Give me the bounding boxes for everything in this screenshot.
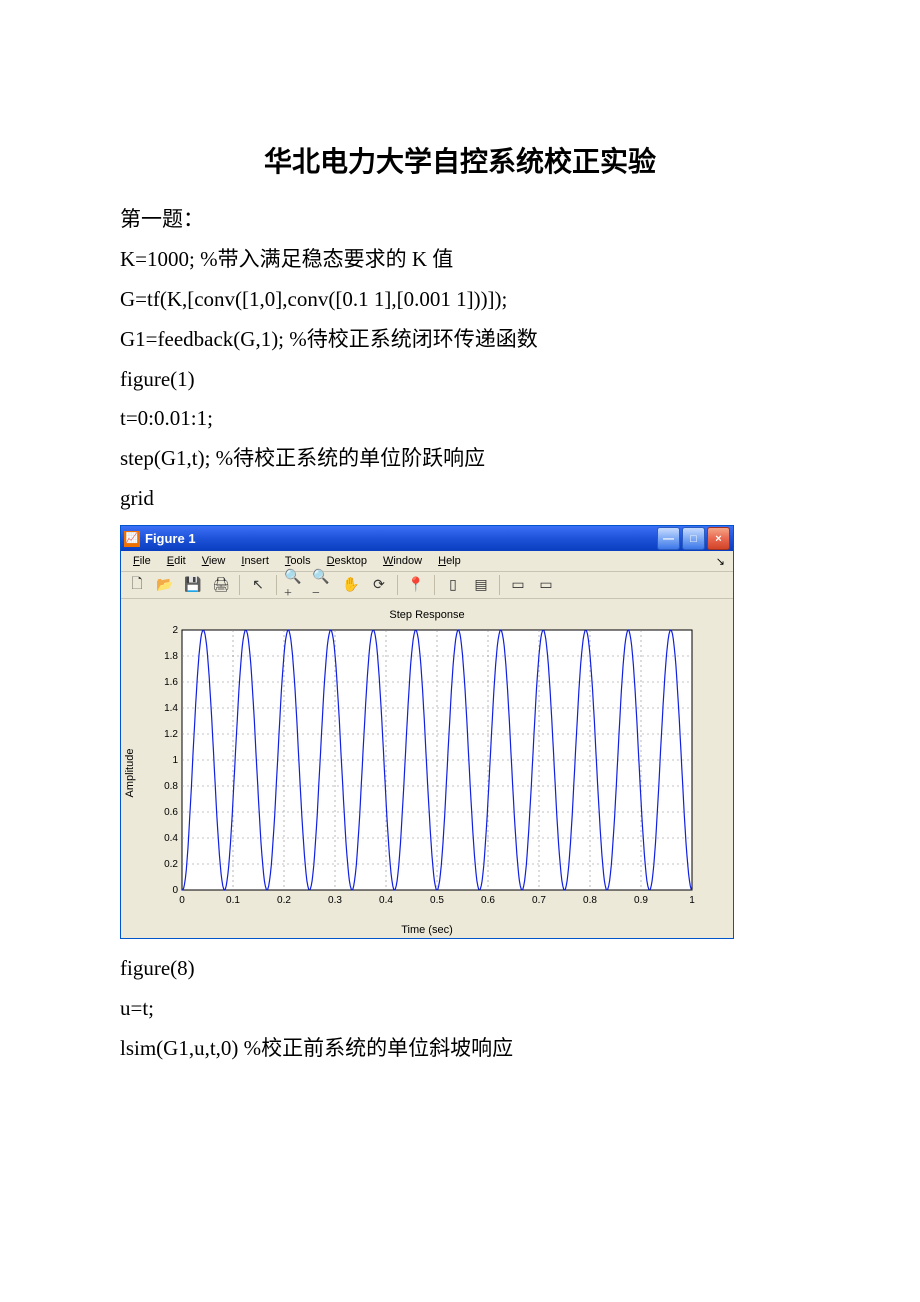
svg-text:1.6: 1.6 — [164, 677, 178, 688]
figure-window: 📈 Figure 1 — □ × File Edit View Insert T… — [120, 525, 734, 939]
svg-text:0.3: 0.3 — [328, 895, 342, 906]
zoom-in-icon[interactable]: 🔍+ — [283, 573, 307, 597]
menu-desktop[interactable]: Desktop — [319, 555, 375, 567]
chart-title: Step Response — [133, 609, 721, 621]
menu-window[interactable]: Window — [375, 555, 430, 567]
code-line: G1=feedback(G,1); %待校正系统闭环传递函数 — [120, 320, 800, 360]
svg-text:1.2: 1.2 — [164, 729, 178, 740]
maximize-button[interactable]: □ — [682, 527, 705, 550]
svg-text:0.9: 0.9 — [634, 895, 648, 906]
code-line: K=1000; %带入满足稳态要求的 K 值 — [120, 240, 800, 280]
data-cursor-icon[interactable]: 📍 — [404, 573, 428, 597]
svg-text:0: 0 — [172, 885, 178, 896]
menu-tools[interactable]: Tools — [277, 555, 319, 567]
hide-tools-icon[interactable]: ▭ — [506, 573, 530, 597]
menu-view[interactable]: View — [194, 555, 234, 567]
insert-colorbar-icon[interactable]: ▯ — [441, 573, 465, 597]
menu-insert[interactable]: Insert — [233, 555, 277, 567]
svg-text:2: 2 — [172, 625, 178, 636]
code-line: t=0:0.01:1; — [120, 399, 800, 439]
code-line: grid — [120, 479, 800, 519]
menu-edit[interactable]: Edit — [159, 555, 194, 567]
y-axis-label: Amplitude — [124, 748, 136, 797]
code-line: lsim(G1,u,t,0) %校正前系统的单位斜坡响应 — [120, 1029, 800, 1069]
code-line: figure(1) — [120, 360, 800, 400]
svg-text:0.8: 0.8 — [164, 781, 178, 792]
minimize-button[interactable]: — — [657, 527, 680, 550]
x-axis-label: Time (sec) — [142, 924, 712, 936]
svg-text:1.8: 1.8 — [164, 651, 178, 662]
code-line: figure(8) — [120, 949, 800, 989]
menu-file[interactable]: File — [125, 555, 159, 567]
svg-text:0.7: 0.7 — [532, 895, 546, 906]
zoom-out-icon[interactable]: 🔍− — [311, 573, 335, 597]
svg-text:0.2: 0.2 — [277, 895, 291, 906]
rotate-icon[interactable]: ⟳ — [367, 573, 391, 597]
pointer-icon[interactable]: ↖ — [246, 573, 270, 597]
svg-text:0.2: 0.2 — [164, 859, 178, 870]
svg-text:1: 1 — [172, 755, 178, 766]
menubar: File Edit View Insert Tools Desktop Wind… — [121, 551, 733, 572]
print-icon[interactable]: 🖨 — [209, 573, 233, 597]
menu-help[interactable]: Help — [430, 555, 469, 567]
show-tools-icon[interactable]: ▭ — [534, 573, 558, 597]
toolbar: 🗋 📂 💾 🖨 ↖ 🔍+ 🔍− ✋ ⟳ 📍 ▯ ▤ ▭ ▭ — [121, 572, 733, 599]
insert-legend-icon[interactable]: ▤ — [469, 573, 493, 597]
svg-text:0: 0 — [179, 895, 185, 906]
new-figure-icon[interactable]: 🗋 — [125, 573, 149, 597]
svg-text:1.4: 1.4 — [164, 703, 178, 714]
page-title: 华北电力大学自控系统校正实验 — [120, 140, 800, 180]
svg-text:0.1: 0.1 — [226, 895, 240, 906]
pan-icon[interactable]: ✋ — [339, 573, 363, 597]
code-line: G=tf(K,[conv([1,0],conv([0.1 1],[0.001 1… — [120, 280, 800, 320]
code-line: u=t; — [120, 989, 800, 1029]
svg-text:0.5: 0.5 — [430, 895, 444, 906]
code-line: 第一题： — [120, 200, 800, 240]
matlab-icon: 📈 — [124, 531, 140, 547]
window-titlebar[interactable]: 📈 Figure 1 — □ × — [121, 526, 733, 551]
svg-text:0.6: 0.6 — [481, 895, 495, 906]
dock-icon[interactable]: ↘ — [712, 555, 729, 568]
svg-text:0.4: 0.4 — [164, 833, 178, 844]
svg-text:0.8: 0.8 — [583, 895, 597, 906]
save-icon[interactable]: 💾 — [181, 573, 205, 597]
code-line: step(G1,t); %待校正系统的单位阶跃响应 — [120, 439, 800, 479]
svg-text:0.4: 0.4 — [379, 895, 393, 906]
plot-area: www.bdocx.com Step Response Amplitude — [121, 599, 733, 938]
close-button[interactable]: × — [707, 527, 730, 550]
svg-text:1: 1 — [689, 895, 695, 906]
window-title: Figure 1 — [145, 531, 196, 546]
chart-svg: 0 0.1 0.2 0.3 0.4 0.5 0.6 0.7 0.8 0.9 1 — [142, 625, 712, 920]
svg-text:0.6: 0.6 — [164, 807, 178, 818]
open-icon[interactable]: 📂 — [153, 573, 177, 597]
